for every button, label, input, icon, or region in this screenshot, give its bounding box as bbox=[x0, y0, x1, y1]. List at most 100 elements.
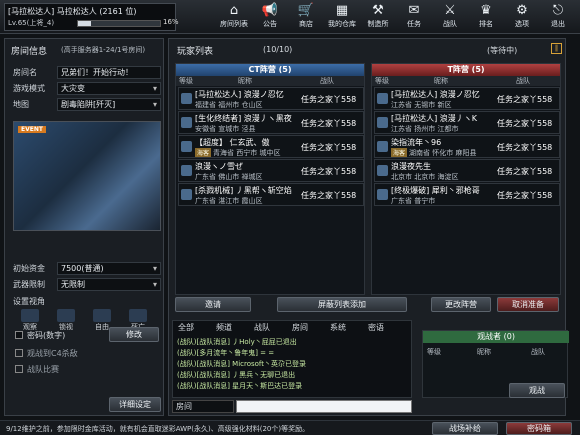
rank-icon bbox=[181, 93, 192, 104]
player-slot[interactable]: [马拉松达人] 浪漫丿ヽK 江苏省 扬州市 江都市 任务之家丫558 bbox=[374, 111, 560, 134]
chat-tab[interactable]: 频道 bbox=[216, 322, 232, 333]
t-team-header[interactable]: T阵营 (5) bbox=[372, 64, 560, 76]
ct-team-header[interactable]: CT阵营 (5) bbox=[176, 64, 364, 76]
map-preview: EVENT bbox=[13, 121, 161, 231]
chat-tab[interactable]: 战队 bbox=[254, 322, 270, 333]
password-box-button[interactable]: 密码箱 bbox=[506, 422, 572, 435]
player-slot[interactable]: [马拉松达人] 浪漫ノ忍忆 江苏省 无锡市 新区 任务之家丫558 bbox=[374, 87, 560, 110]
nav-exit[interactable]: ⎋ 退出 bbox=[540, 2, 576, 31]
option2-label: 战队比赛 bbox=[27, 365, 59, 374]
experience-fill bbox=[78, 21, 92, 26]
warehouse-icon: ▦ bbox=[335, 3, 349, 18]
player-location: 湖南省 怀化市 麻阳县 bbox=[409, 149, 477, 157]
player-slot[interactable]: 浪漫夜先生 北京市 北京市 海淀区 任务之家丫558 bbox=[374, 159, 560, 182]
option1-label: 观战到C4杀敌 bbox=[27, 349, 78, 358]
gear-icon: ⚙ bbox=[516, 3, 528, 18]
chat-input[interactable] bbox=[236, 400, 412, 413]
chat-target-select[interactable]: 房间 bbox=[172, 400, 234, 413]
chat-tab[interactable]: 系统 bbox=[330, 322, 346, 333]
player-location: 北京市 北京市 海淀区 bbox=[391, 173, 459, 181]
player-clan: 任务之家丫558 bbox=[301, 119, 357, 128]
player-clan: 任务之家丫558 bbox=[301, 167, 357, 176]
room-name-label: 房间名 bbox=[13, 68, 37, 77]
player-clan: 任务之家丫558 bbox=[497, 191, 553, 200]
player-clan: 任务之家丫558 bbox=[301, 95, 357, 104]
money-select[interactable]: 7500(普通) bbox=[57, 262, 161, 275]
pause-icon[interactable]: ∥ bbox=[551, 43, 562, 54]
detail-settings-button[interactable]: 详细设定 bbox=[109, 397, 161, 412]
nav-quest[interactable]: ✉ 任务 bbox=[396, 2, 432, 31]
nav-warehouse[interactable]: ▦ 我的仓库 bbox=[324, 2, 360, 31]
nav-factory[interactable]: ⚒ 制造所 bbox=[360, 2, 396, 31]
player-clan: 任务之家丫558 bbox=[497, 119, 553, 128]
player-slot[interactable]: [马拉松达人] 浪漫ノ忍忆 福建省 福州市 仓山区 任务之家丫558 bbox=[178, 87, 364, 110]
player-nickname: [终极爆破] 犀利丶邪枪哥 bbox=[391, 186, 480, 195]
map-select[interactable]: 剧毒陷阱[歼灭] bbox=[57, 98, 161, 111]
chat-tab[interactable]: 全部 bbox=[178, 322, 194, 333]
observe-button[interactable]: 观战 bbox=[509, 383, 565, 398]
experience-percent: 16% bbox=[163, 18, 179, 26]
rank-icon bbox=[377, 141, 388, 152]
player-nickname: 浪漫ヽノ雪ぜ bbox=[195, 162, 243, 171]
footer-bar: 9/12维护之前，参加限时金库活动，就有机会直取迷彩AWP(永久)、高级强化材料… bbox=[0, 420, 580, 435]
rank-icon bbox=[377, 165, 388, 176]
player-slot[interactable]: 浪漫ヽノ雪ぜ 广东省 佛山市 禅城区 任务之家丫558 bbox=[178, 159, 364, 182]
t-column-header: 等级 昵称 战队 bbox=[372, 76, 560, 86]
nav-clan[interactable]: ⚔ 战队 bbox=[432, 2, 468, 31]
nav-label: 任务 bbox=[407, 20, 421, 28]
password-label: 密码(数字) bbox=[27, 331, 66, 340]
player-nickname: 浪漫夜先生 bbox=[391, 162, 431, 171]
chat-tab[interactable]: 密语 bbox=[368, 322, 384, 333]
player-nickname: [马拉松达人] 浪漫ノ忍忆 bbox=[391, 90, 480, 99]
player-slot[interactable]: 【超度】 仁玄武、傲 海客 青海省 西宁市 城中区 任务之家丫558 bbox=[178, 135, 364, 158]
player-slot[interactable]: [杀戮机械] 丿黑帮ヽ斩空焰 广东省 湛江市 霞山区 任务之家丫558 bbox=[178, 183, 364, 206]
nav-label: 选项 bbox=[515, 20, 529, 28]
change-team-button[interactable]: 更改阵营 bbox=[431, 297, 491, 312]
player-slot[interactable]: 染指流年丶96 海客 湖南省 怀化市 麻阳县 任务之家丫558 bbox=[374, 135, 560, 158]
player-slot[interactable]: [终极爆破] 犀利丶邪枪哥 广东省 普宁市 任务之家丫558 bbox=[374, 183, 560, 206]
game-mode-select[interactable]: 大灾变 bbox=[57, 82, 161, 95]
nav-label: 公告 bbox=[263, 20, 277, 28]
weapon-limit-label: 武器限制 bbox=[13, 280, 45, 289]
player-location: 广东省 湛江市 霞山区 bbox=[195, 197, 263, 205]
nav-shop[interactable]: 🛒 商店 bbox=[288, 2, 324, 31]
player-clan: 任务之家丫558 bbox=[301, 143, 357, 152]
nav-gear[interactable]: ⚙ 选项 bbox=[504, 2, 540, 31]
chat-message: (战队)[战队消息] 星月天丶斯巴达已登录 bbox=[177, 382, 303, 390]
invite-button[interactable]: 邀请 bbox=[175, 297, 251, 312]
room-info-title: 房间信息 bbox=[11, 47, 48, 57]
nav-label: 排名 bbox=[479, 20, 493, 28]
cancel-ready-button[interactable]: 取消准备 bbox=[497, 297, 559, 312]
player-slot[interactable]: [生化终结者] 浪漫丿ヽ黑夜 安徽省 宣城市 泾县 任务之家丫558 bbox=[178, 111, 364, 134]
nav-megaphone[interactable]: 📢 公告 bbox=[252, 2, 288, 31]
option1-checkbox[interactable] bbox=[15, 349, 23, 357]
player-clan: 任务之家丫558 bbox=[301, 191, 357, 200]
chat-tabs: 全部 频道 战队 房间 系统 密语 bbox=[172, 322, 412, 334]
block-list-button[interactable]: 屏蔽列表添加 bbox=[277, 297, 407, 312]
chat-tab[interactable]: 房间 bbox=[292, 322, 308, 333]
player-clan: 任务之家丫558 bbox=[497, 143, 553, 152]
battle-supply-button[interactable]: 战场补给 bbox=[432, 422, 498, 435]
player-list-title: 玩家列表 bbox=[177, 47, 214, 57]
option2-checkbox[interactable] bbox=[15, 365, 23, 373]
nav-home[interactable]: ⌂ 房间列表 bbox=[216, 2, 252, 31]
rank-icon bbox=[181, 165, 192, 176]
room-server: (高手服务器1-24/1号房间) bbox=[61, 46, 146, 54]
home-icon: ⌂ bbox=[229, 3, 239, 18]
guest-badge: 海客 bbox=[195, 148, 212, 157]
nav-ranking[interactable]: ♛ 排名 bbox=[468, 2, 504, 31]
player-nickname: [生化终结者] 浪漫丿ヽ黑夜 bbox=[195, 114, 292, 123]
player-location: 江苏省 扬州市 江都市 bbox=[391, 125, 459, 133]
rank-icon bbox=[181, 141, 192, 152]
weapon-limit-select[interactable]: 无限制 bbox=[57, 278, 161, 291]
room-name-field[interactable]: 兄弟们！开始行动！ bbox=[57, 66, 161, 79]
password-checkbox[interactable] bbox=[15, 331, 23, 339]
observer-col-nick: 昵称 bbox=[477, 348, 491, 356]
modify-button[interactable]: 修改 bbox=[109, 327, 159, 342]
player-name: [马拉松达人] 马拉松达人 (2161 位) bbox=[8, 7, 137, 16]
room-status: (等待中) bbox=[487, 46, 518, 55]
ct-team-panel: CT阵营 (5) 等级 昵称 战队 [马拉松达人] 浪漫ノ忍忆 福建省 福州市 仓山区… bbox=[175, 63, 365, 295]
map-label: 地图 bbox=[13, 100, 29, 109]
player-panel: [马拉松达人] 马拉松达人 (2161 位) Lv.65(上将_4) 16% bbox=[4, 3, 179, 31]
ct-col-clan: 战队 bbox=[320, 77, 334, 85]
